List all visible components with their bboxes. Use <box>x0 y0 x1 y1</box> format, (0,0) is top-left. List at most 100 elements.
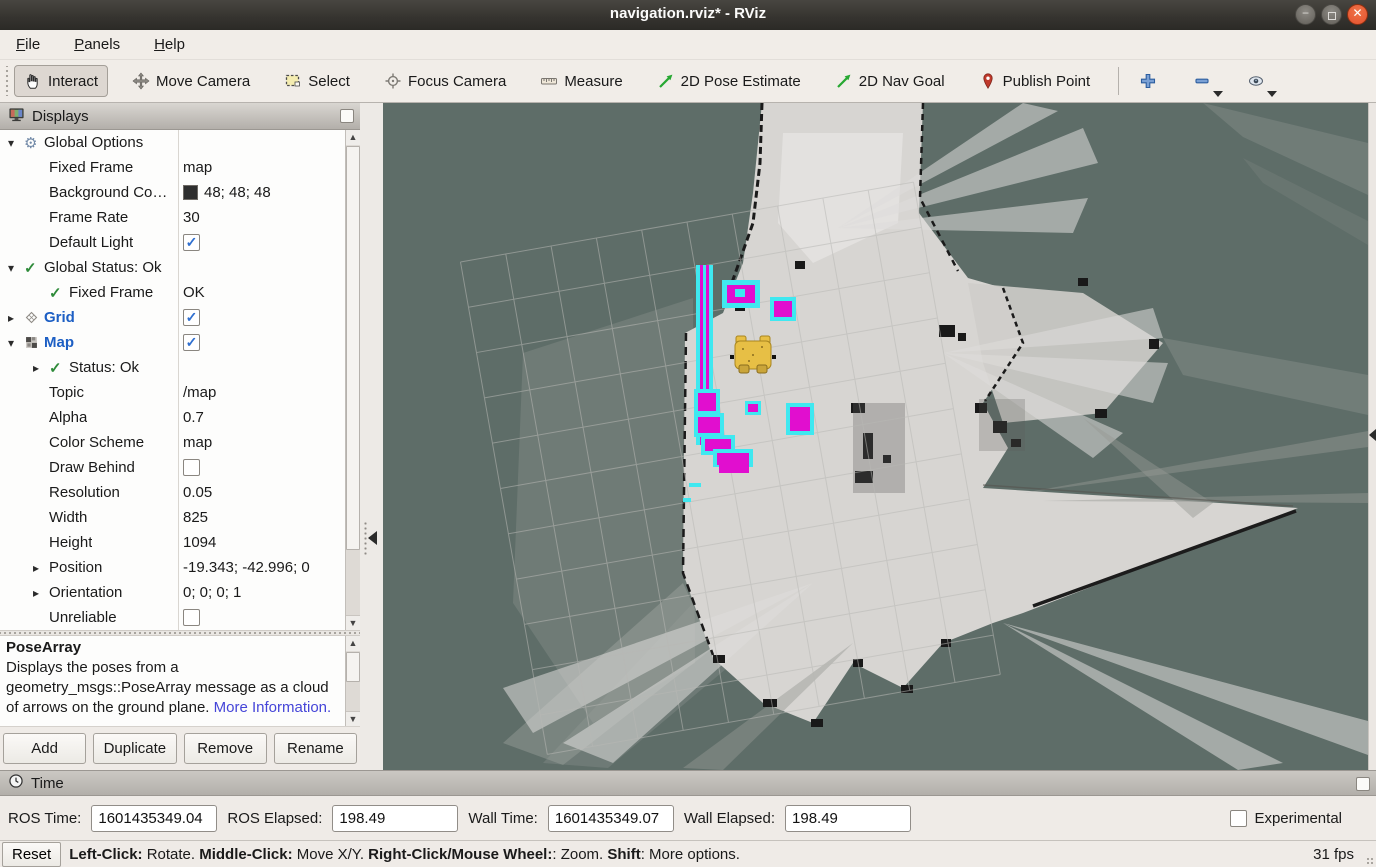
tree-row-fixed-frame[interactable]: ✓Fixed FrameOK <box>0 280 345 305</box>
checkbox-unchecked[interactable] <box>183 609 200 626</box>
menu-help[interactable]: Help <box>150 34 189 55</box>
dropdown-arrow-icon[interactable] <box>1213 91 1223 97</box>
tool-interact[interactable]: Interact <box>14 65 108 97</box>
tree-value[interactable]: 0.05 <box>178 484 345 501</box>
checkbox-checked[interactable]: ✓ <box>183 334 200 351</box>
maximize-button[interactable] <box>1321 4 1342 25</box>
tool-move-camera[interactable]: Move Camera <box>122 65 260 97</box>
tree-row-status-ok[interactable]: ▸✓Status: Ok <box>0 355 345 380</box>
tree-value[interactable]: ✓ <box>178 234 345 251</box>
rename-button[interactable]: Rename <box>274 733 357 764</box>
tree-row-height[interactable]: Height1094 <box>0 530 345 555</box>
expander-closed-icon[interactable]: ▸ <box>33 361 49 375</box>
displays-panel-header[interactable]: Displays <box>0 103 360 130</box>
title-bar[interactable]: navigation.rviz* - RViz − ✕ <box>0 0 1376 30</box>
tree-value[interactable]: 48; 48; 48 <box>178 184 345 201</box>
tree-value[interactable]: ✓ <box>178 334 345 351</box>
tree-row-fixed-frame[interactable]: Fixed Framemap <box>0 155 345 180</box>
wall-elapsed-input[interactable] <box>785 805 911 832</box>
expander-open-icon[interactable]: ▾ <box>8 336 24 350</box>
tree-scrollbar[interactable]: ▲ ▼ <box>345 130 360 630</box>
menu-panels[interactable]: Panels <box>70 34 124 55</box>
tree-value[interactable]: -19.343; -42.996; 0 <box>178 559 345 576</box>
close-button[interactable]: ✕ <box>1347 4 1368 25</box>
tool-publish-point[interactable]: Publish Point <box>969 65 1101 97</box>
time-panel-header[interactable]: Time <box>0 770 1376 796</box>
description-scrollbar-thumb[interactable] <box>346 652 360 682</box>
tree-row-color-scheme[interactable]: Color Schememap <box>0 430 345 455</box>
tree-row-map[interactable]: ▾Map✓ <box>0 330 345 355</box>
tree-row-draw-behind[interactable]: Draw Behind <box>0 455 345 480</box>
scroll-down-icon[interactable]: ▼ <box>346 711 360 726</box>
time-float-button[interactable] <box>1356 777 1370 791</box>
displays-float-button[interactable] <box>340 109 354 123</box>
tool-measure[interactable]: Measure <box>530 65 632 97</box>
tree-value[interactable]: ✓ <box>178 309 345 326</box>
panel-viewport-splitter[interactable] <box>360 103 383 770</box>
expander-closed-icon[interactable]: ▸ <box>33 561 49 575</box>
right-panel-strip[interactable] <box>1368 103 1376 770</box>
tree-row-background-co[interactable]: Background Co…48; 48; 48 <box>0 180 345 205</box>
wall-time-input[interactable] <box>548 805 674 832</box>
tree-row-unreliable[interactable]: Unreliable <box>0 605 345 630</box>
collapse-right-icon[interactable] <box>1369 429 1376 441</box>
eye-tool-button[interactable] <box>1241 67 1271 95</box>
add-button[interactable]: Add <box>3 733 86 764</box>
tree-value[interactable]: map <box>178 434 345 451</box>
minus-tool-button[interactable] <box>1187 67 1217 95</box>
checkbox-checked[interactable]: ✓ <box>183 234 200 251</box>
more-information-link[interactable]: More Information. <box>214 699 332 716</box>
expander-open-icon[interactable]: ▾ <box>8 261 24 275</box>
description-scrollbar[interactable]: ▲ ▼ <box>345 636 360 726</box>
dropdown-arrow-icon[interactable] <box>1267 91 1277 97</box>
checkbox-unchecked[interactable] <box>183 459 200 476</box>
experimental-checkbox[interactable] <box>1230 810 1247 827</box>
tree-value[interactable]: OK <box>178 284 345 301</box>
menu-file[interactable]: File <box>12 34 44 55</box>
minimize-button[interactable]: − <box>1295 4 1316 25</box>
duplicate-button[interactable]: Duplicate <box>93 733 176 764</box>
tree-row-grid[interactable]: ▸Grid✓ <box>0 305 345 330</box>
remove-button[interactable]: Remove <box>184 733 267 764</box>
tool-focus-camera[interactable]: Focus Camera <box>374 65 516 97</box>
tree-value[interactable] <box>178 459 345 476</box>
tree-row-default-light[interactable]: Default Light✓ <box>0 230 345 255</box>
tree-value[interactable]: 825 <box>178 509 345 526</box>
toolbar-drag-handle[interactable] <box>4 66 10 96</box>
scroll-down-icon[interactable]: ▼ <box>346 615 360 630</box>
tree-row-orientation[interactable]: ▸Orientation0; 0; 0; 1 <box>0 580 345 605</box>
scroll-up-icon[interactable]: ▲ <box>346 130 360 145</box>
collapse-left-icon[interactable] <box>368 531 377 545</box>
plus-tool-button[interactable] <box>1133 67 1163 95</box>
splitter-grip[interactable] <box>364 521 367 555</box>
tree-row-width[interactable]: Width825 <box>0 505 345 530</box>
tree-value[interactable] <box>178 609 345 626</box>
tree-value[interactable]: 1094 <box>178 534 345 551</box>
tree-value[interactable]: /map <box>178 384 345 401</box>
tree-scrollbar-thumb[interactable] <box>346 146 360 550</box>
checkbox-checked[interactable]: ✓ <box>183 309 200 326</box>
reset-button[interactable]: Reset <box>2 842 61 867</box>
tree-value[interactable]: 0; 0; 0; 1 <box>178 584 345 601</box>
tree-row-frame-rate[interactable]: Frame Rate30 <box>0 205 345 230</box>
expander-closed-icon[interactable]: ▸ <box>33 586 49 600</box>
scroll-up-icon[interactable]: ▲ <box>346 636 360 651</box>
ros-time-input[interactable] <box>91 805 217 832</box>
expander-closed-icon[interactable]: ▸ <box>8 311 24 325</box>
tool-2d-nav-goal[interactable]: 2D Nav Goal <box>825 65 955 97</box>
ros-elapsed-input[interactable] <box>332 805 458 832</box>
expander-open-icon[interactable]: ▾ <box>8 136 24 150</box>
tree-value[interactable]: 30 <box>178 209 345 226</box>
3d-viewport[interactable] <box>383 103 1368 770</box>
tree-row-resolution[interactable]: Resolution0.05 <box>0 480 345 505</box>
tree-row-global-options[interactable]: ▾⚙Global Options <box>0 130 345 155</box>
tree-value[interactable]: map <box>178 159 345 176</box>
tree-row-position[interactable]: ▸Position-19.343; -42.996; 0 <box>0 555 345 580</box>
tree-row-global-status-ok[interactable]: ▾✓Global Status: Ok <box>0 255 345 280</box>
tree-row-alpha[interactable]: Alpha0.7 <box>0 405 345 430</box>
tool-2d-pose-estimate[interactable]: 2D Pose Estimate <box>647 65 811 97</box>
tree-column-divider[interactable] <box>178 130 179 630</box>
resize-grip[interactable] <box>1366 857 1374 865</box>
tool-select[interactable]: Select <box>274 65 360 97</box>
tree-row-topic[interactable]: Topic/map <box>0 380 345 405</box>
